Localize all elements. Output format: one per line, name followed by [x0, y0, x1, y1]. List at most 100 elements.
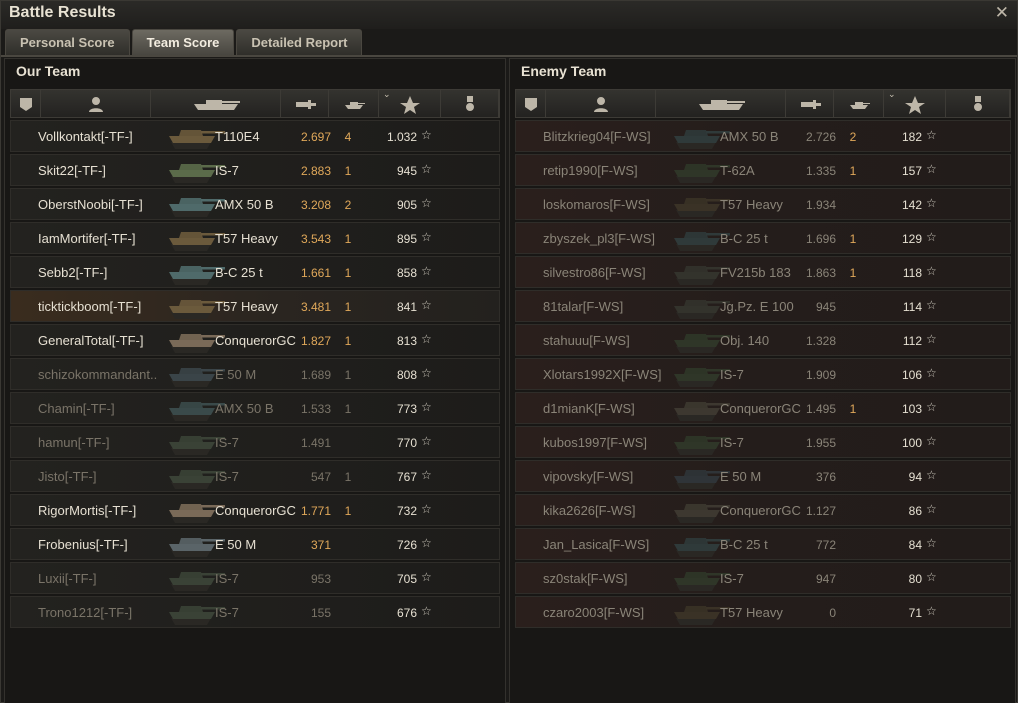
column-header-tank[interactable]: [151, 90, 281, 117]
column-header-kills[interactable]: [329, 90, 379, 117]
table-row[interactable]: OberstNoobi[-TF-] AMX 50 B 3.208 2 905 ☆: [10, 188, 500, 220]
tab-detailed-report[interactable]: Detailed Report: [236, 29, 363, 55]
table-row[interactable]: Vollkontakt[-TF-] T110E4 2.697 4 1.032 ☆: [10, 120, 500, 152]
kills-value: 1: [849, 266, 857, 280]
xp-value: 100: [901, 436, 922, 450]
tank-name: B-C 25 t: [720, 537, 768, 552]
xp-value: 129: [901, 232, 922, 246]
damage-value: 772: [815, 538, 836, 552]
table-row[interactable]: Blitzkrieg04[F-WS] AMX 50 B 2.726 2 182 ☆: [515, 120, 1011, 152]
kills-value: 2: [344, 198, 352, 212]
tank-name: IS-7: [215, 605, 239, 620]
table-row[interactable]: 81talar[F-WS] Jg.Pz. E 100 945 114 ☆: [515, 290, 1011, 322]
battle-results-window: Battle Results ✕ Personal Score Team Sco…: [0, 0, 1018, 703]
kills-value: 1: [344, 334, 352, 348]
damage-value: 1.491: [300, 436, 331, 450]
player-name: d1mianK[F-WS]: [543, 401, 635, 416]
column-header-kills[interactable]: [834, 90, 884, 117]
kills-icon: [344, 97, 365, 110]
table-row[interactable]: Xlotars1992X[F-WS] IS-7 1.909 106 ☆: [515, 358, 1011, 390]
table-row[interactable]: loskomaros[F-WS] T57 Heavy 1.934 142 ☆: [515, 188, 1011, 220]
column-header-player[interactable]: [546, 90, 656, 117]
table-row[interactable]: schizokommandant.. E 50 M 1.689 1 808 ☆: [10, 358, 500, 390]
xp-value: 112: [902, 334, 922, 348]
table-row[interactable]: retip1990[F-WS] T-62A 1.335 1 157 ☆: [515, 154, 1011, 186]
xp-star-icon: ☆: [926, 128, 937, 142]
table-row[interactable]: stahuuu[F-WS] Obj. 140 1.328 112 ☆: [515, 324, 1011, 356]
kills-value: 1: [344, 402, 352, 416]
xp-star-icon: ☆: [421, 536, 432, 550]
xp-star-icon: ☆: [421, 570, 432, 584]
damage-value: 2.883: [300, 164, 331, 178]
tab-team-score[interactable]: Team Score: [131, 29, 235, 55]
platoon-icon: [19, 97, 32, 111]
xp-star-icon: ☆: [421, 128, 432, 142]
column-header-xp-star[interactable]: ⌄: [379, 90, 441, 117]
tank-name: AMX 50 B: [215, 197, 274, 212]
table-row[interactable]: Trono1212[-TF-] IS-7 155 676 ☆: [10, 596, 500, 628]
table-row[interactable]: Jan_Lasica[F-WS] B-C 25 t 772 84 ☆: [515, 528, 1011, 560]
table-row[interactable]: Luxii[-TF-] IS-7 953 705 ☆: [10, 562, 500, 594]
player-name: RigorMortis[-TF-]: [38, 503, 137, 518]
xp-star-icon: ☆: [926, 400, 937, 414]
close-icon[interactable]: ✕: [995, 3, 1009, 23]
player-name: Xlotars1992X[F-WS]: [543, 367, 662, 382]
xp-value: 182: [901, 130, 922, 144]
kills-value: 1: [344, 266, 352, 280]
player-name: Blitzkrieg04[F-WS]: [543, 129, 651, 144]
table-row[interactable]: RigorMortis[-TF-] ConquerorGC 1.771 1 732 ☆: [10, 494, 500, 526]
column-header-damage[interactable]: [786, 90, 834, 117]
column-header-medal[interactable]: [441, 90, 499, 117]
xp-star-icon: ☆: [421, 332, 432, 346]
enemy-team-title: Enemy Team: [521, 63, 607, 79]
xp-star-icon: ☆: [926, 604, 937, 618]
table-row[interactable]: czaro2003[F-WS] T57 Heavy 0 71 ☆: [515, 596, 1011, 628]
table-row[interactable]: vipovsky[F-WS] E 50 M 376 94 ☆: [515, 460, 1011, 492]
table-row[interactable]: kubos1997[F-WS] IS-7 1.955 100 ☆: [515, 426, 1011, 458]
column-header-damage[interactable]: [281, 90, 329, 117]
table-row[interactable]: kika2626[F-WS] ConquerorGC 1.127 86 ☆: [515, 494, 1011, 526]
xp-value: 114: [902, 300, 922, 314]
enemy-team-panel: Enemy Team ⌄ Blitzkrieg04[F-WS] AMX 50 B 2…: [509, 58, 1016, 703]
tank-name: T-62A: [720, 163, 755, 178]
table-row[interactable]: hamun[-TF-] IS-7 1.491 770 ☆: [10, 426, 500, 458]
damage-value: 1.533: [300, 402, 331, 416]
column-header-player[interactable]: [41, 90, 151, 117]
table-row[interactable]: zbyszek_pl3[F-WS] B-C 25 t 1.696 1 129 ☆: [515, 222, 1011, 254]
player-name: 81talar[F-WS]: [543, 299, 624, 314]
column-header-platoon[interactable]: [11, 90, 41, 117]
damage-value: 947: [815, 572, 836, 586]
column-header-tank[interactable]: [656, 90, 786, 117]
table-row[interactable]: Skit22[-TF-] IS-7 2.883 1 945 ☆: [10, 154, 500, 186]
our-team-rows: Vollkontakt[-TF-] T110E4 2.697 4 1.032 ☆ Skit2…: [10, 120, 500, 630]
table-row[interactable]: Sebb2[-TF-] B-C 25 t 1.661 1 858 ☆: [10, 256, 500, 288]
table-row[interactable]: IamMortifer[-TF-] T57 Heavy 3.543 1 895 ☆: [10, 222, 500, 254]
player-name: silvestro86[F-WS]: [543, 265, 646, 280]
tank-name: B-C 25 t: [215, 265, 263, 280]
tank-name: IS-7: [720, 435, 744, 450]
xp-star-icon: ☆: [421, 162, 432, 176]
table-row[interactable]: Jisto[-TF-] IS-7 547 1 767 ☆: [10, 460, 500, 492]
table-row[interactable]: Chamin[-TF-] AMX 50 B 1.533 1 773 ☆: [10, 392, 500, 424]
xp-value: 71: [908, 606, 922, 620]
xp-star-icon: ☆: [421, 264, 432, 278]
table-row[interactable]: GeneralTotal[-TF-] ConquerorGC 1.827 1 813 ☆: [10, 324, 500, 356]
table-row[interactable]: d1mianK[F-WS] ConquerorGC 1.495 1 103 ☆: [515, 392, 1011, 424]
tank-icon: [193, 99, 240, 110]
table-row[interactable]: ticktickboom[-TF-] T57 Heavy 3.481 1 841 ☆: [10, 290, 500, 322]
column-header-platoon[interactable]: [516, 90, 546, 117]
table-row[interactable]: Frobenius[-TF-] E 50 M 371 726 ☆: [10, 528, 500, 560]
xp-value: 945: [396, 164, 417, 178]
column-header-medal[interactable]: [946, 90, 1010, 117]
tab-personal-score[interactable]: Personal Score: [5, 29, 130, 55]
player-name: czaro2003[F-WS]: [543, 605, 645, 620]
column-header-xp-star[interactable]: ⌄: [884, 90, 946, 117]
table-row[interactable]: silvestro86[F-WS] FV215b 183 1.863 1 118 ☆: [515, 256, 1011, 288]
table-row[interactable]: sz0stak[F-WS] IS-7 947 80 ☆: [515, 562, 1011, 594]
player-name: stahuuu[F-WS]: [543, 333, 630, 348]
xp-star-icon: ☆: [926, 230, 937, 244]
player-name: Luxii[-TF-]: [38, 571, 97, 586]
xp-star-icon: ☆: [421, 468, 432, 482]
player-name: Jisto[-TF-]: [38, 469, 97, 484]
damage-value: 2.726: [805, 130, 836, 144]
